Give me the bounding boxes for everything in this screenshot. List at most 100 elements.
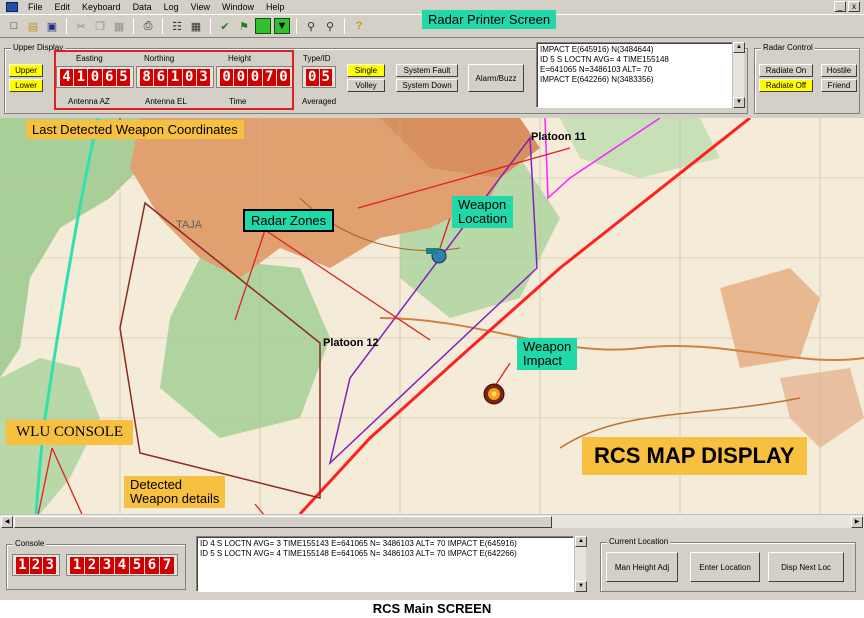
control-panel: Upper Display Upper Lower Easting Northi…	[0, 38, 864, 118]
platoon-11-label: Platoon 11	[531, 131, 586, 143]
toolbar-separator	[296, 18, 297, 34]
antenna-el-label: Antenna EL	[145, 97, 187, 106]
scroll-right-icon[interactable]: ▶	[851, 516, 863, 528]
grid-icon[interactable]: ▼	[274, 18, 290, 34]
toolbar-separator	[162, 18, 163, 34]
typeid-display: 0 5	[302, 66, 336, 88]
led-digit: 4	[115, 557, 129, 574]
led-digit: 1	[70, 557, 84, 574]
averaged-label: Averaged	[302, 97, 337, 106]
rcs-map-display-callout: RCS MAP DISPLAY	[582, 437, 807, 475]
zoom-in-icon[interactable]: ⚲	[303, 18, 319, 34]
upper-button[interactable]: Upper	[9, 64, 43, 77]
calculator-icon[interactable]: ▦	[188, 18, 204, 34]
led-digit: 6	[145, 557, 159, 574]
menu-view[interactable]: View	[185, 2, 216, 12]
menu-file[interactable]: File	[22, 2, 49, 12]
copy-icon[interactable]: ❐	[92, 18, 108, 34]
system-fault-button[interactable]: System Fault	[396, 64, 458, 77]
radar-printer-callout: Radar Printer Screen	[422, 10, 557, 29]
led-digit: 1	[16, 557, 29, 574]
console-title: Console	[13, 539, 47, 548]
screen-caption: RCS Main SCREEN	[372, 601, 492, 616]
radar-printer-screen: IMPACT E(645916) N(3484644) ID 5 S LOCTN…	[536, 42, 734, 108]
time-label: Time	[229, 97, 247, 106]
scroll-down-icon[interactable]: ▼	[733, 97, 745, 108]
new-file-icon[interactable]: □	[6, 18, 22, 34]
printer-scrollbar[interactable]: ▲ ▼	[732, 42, 745, 108]
scroll-thumb[interactable]	[14, 516, 552, 528]
antenna-az-label: Antenna AZ	[68, 97, 110, 106]
printer-line: ID 5 S LOCTN AVG= 4 TIME155148	[540, 55, 669, 64]
led-digit: 3	[43, 557, 57, 574]
alarm-buzz-button[interactable]: Alarm/Buzz	[468, 64, 524, 92]
toolbar-separator	[66, 18, 67, 34]
led-digit: 5	[130, 557, 144, 574]
weapon-impact-callout: Weapon Impact	[517, 338, 578, 370]
single-button[interactable]: Single	[347, 64, 385, 77]
radar-control-title: Radar Control	[761, 43, 815, 52]
toolbar-separator	[210, 18, 211, 34]
volley-button[interactable]: Volley	[347, 79, 385, 92]
bottom-panel: Console 1 2 3 1 2 3 4 5 6 7 ID 4 S LOCTN…	[0, 528, 864, 600]
menu-keyboard[interactable]: Keyboard	[76, 2, 127, 12]
platoon-12-label: Platoon 12	[323, 337, 379, 349]
hostile-button[interactable]: Hostile	[821, 64, 857, 77]
weapon-detail-line: ID 4 S LOCTN AVG= 3 TIME155143 E=641065 …	[200, 539, 517, 548]
map-horizontal-scrollbar[interactable]: ◀ ▶	[0, 514, 864, 528]
system-down-button[interactable]: System Down	[396, 79, 458, 92]
weapon-location-line-2: Location	[458, 211, 508, 226]
menu-window[interactable]: Window	[216, 2, 260, 12]
help-icon[interactable]: ?	[351, 18, 367, 34]
menu-edit[interactable]: Edit	[49, 2, 77, 12]
app-icon	[6, 2, 18, 12]
scroll-left-icon[interactable]: ◀	[1, 516, 13, 528]
weapon-location-line-1: Weapon	[458, 197, 507, 212]
menu-help[interactable]: Help	[260, 2, 291, 12]
weapon-impact-line-2: Impact	[523, 353, 563, 368]
weapon-location-callout: Weapon Location	[452, 196, 514, 228]
toolbar-separator	[344, 18, 345, 34]
disp-next-loc-button[interactable]: Disp Next Loc	[768, 552, 844, 582]
scroll-up-icon[interactable]: ▲	[733, 42, 745, 53]
checkmark-icon[interactable]: ✔	[217, 18, 233, 34]
radiate-on-button[interactable]: Radiate On	[759, 64, 813, 77]
menu-log[interactable]: Log	[158, 2, 185, 12]
console-short-display: 1 2 3	[12, 554, 60, 576]
current-location-title: Current Location	[607, 537, 671, 546]
led-digit: 7	[160, 557, 174, 574]
paste-icon[interactable]: ▦	[111, 18, 127, 34]
last-detected-callout: Last Detected Weapon Coordinates	[26, 120, 244, 139]
weapon-impact-line-1: Weapon	[523, 339, 572, 354]
weapon-impact-icon[interactable]	[483, 383, 505, 405]
save-icon[interactable]: ▣	[44, 18, 60, 34]
scroll-up-icon[interactable]: ▲	[575, 536, 587, 547]
enter-location-button[interactable]: Enter Location	[690, 552, 760, 582]
print-icon[interactable]: ⎙	[140, 18, 156, 34]
weapon-details-list: ID 4 S LOCTN AVG= 3 TIME155143 E=641065 …	[196, 536, 574, 592]
weapon-detail-line: ID 5 S LOCTN AVG= 4 TIME155148 E=641065 …	[200, 549, 517, 558]
map-icon[interactable]	[255, 18, 271, 34]
led-digit: 5	[319, 69, 332, 86]
led-digit: 3	[100, 557, 114, 574]
map-grid-label: TAJA	[176, 219, 203, 231]
menu-data[interactable]: Data	[127, 2, 158, 12]
minimize-button[interactable]: _	[834, 1, 846, 12]
lower-button[interactable]: Lower	[9, 79, 43, 92]
toolbar-separator	[133, 18, 134, 34]
open-folder-icon[interactable]: ▤	[25, 18, 41, 34]
printer-line: IMPACT E(642266) N(3483356)	[540, 75, 654, 84]
printer-line: E=641065 N=3486103 ALT= 70	[540, 65, 653, 74]
man-height-adj-button[interactable]: Man Height Adj	[606, 552, 678, 582]
radiate-off-button[interactable]: Radiate Off	[759, 79, 813, 92]
details-scrollbar[interactable]: ▲ ▼	[574, 536, 587, 592]
page-icon[interactable]: ☷	[169, 18, 185, 34]
zoom-out-icon[interactable]: ⚲	[322, 18, 338, 34]
friend-button[interactable]: Friend	[821, 79, 857, 92]
scroll-down-icon[interactable]: ▼	[575, 581, 587, 592]
close-button[interactable]: x	[848, 1, 860, 12]
cut-icon[interactable]: ✂	[73, 18, 89, 34]
flag-icon[interactable]: ⚑	[236, 18, 252, 34]
led-digit: 2	[29, 557, 43, 574]
printer-line: IMPACT E(645916) N(3484644)	[540, 45, 654, 54]
